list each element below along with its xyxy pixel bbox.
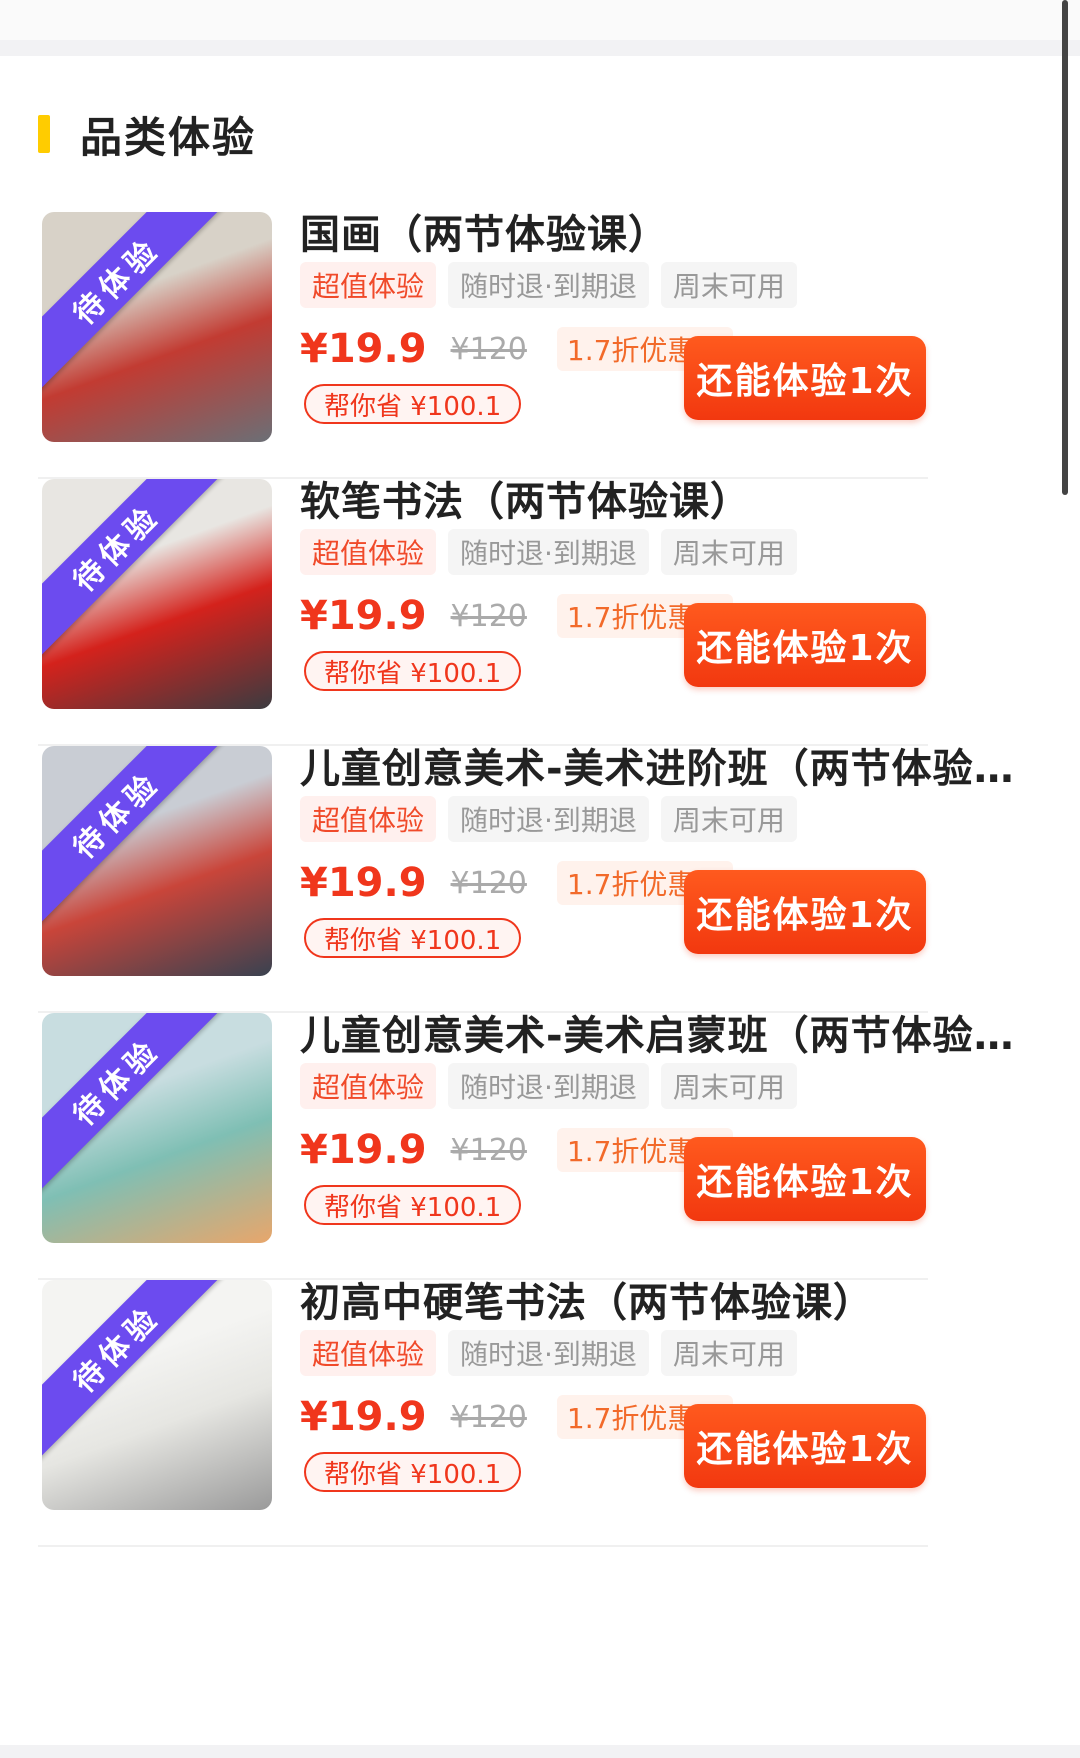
current-price: ¥19.9 bbox=[300, 1394, 427, 1440]
course-title[interactable]: 儿童创意美术-美术启蒙班（两节体验课） bbox=[300, 1003, 1030, 1061]
price-row: ¥19.9 ¥120 1.7折优惠中 bbox=[300, 1394, 734, 1440]
course-tags: 超值体验 随时退·到期退 周末可用 bbox=[300, 1063, 797, 1109]
tag-refund: 随时退·到期退 bbox=[448, 529, 649, 575]
course-card[interactable]: 待体验 儿童创意美术-美术进阶班（两节体验课） 超值体验 随时退·到期退 周末可… bbox=[38, 712, 1038, 1013]
tag-refund: 随时退·到期退 bbox=[448, 262, 649, 308]
scrollbar[interactable] bbox=[1062, 0, 1068, 495]
tag-refund: 随时退·到期退 bbox=[448, 796, 649, 842]
experience-again-button[interactable]: 还能体验1次 bbox=[684, 1404, 926, 1488]
price-row: ¥19.9 ¥120 1.7折优惠中 bbox=[300, 326, 734, 372]
tag-weekend: 周末可用 bbox=[660, 796, 797, 842]
original-price: ¥120 bbox=[450, 865, 527, 901]
tag-value: 超值体验 bbox=[300, 262, 437, 308]
price-row: ¥19.9 ¥120 1.7折优惠中 bbox=[300, 860, 734, 906]
tag-weekend: 周末可用 bbox=[660, 529, 797, 575]
experience-again-button[interactable]: 还能体验1次 bbox=[684, 1137, 926, 1221]
original-price: ¥120 bbox=[450, 331, 527, 367]
course-thumbnail[interactable]: 待体验 bbox=[42, 1013, 272, 1243]
savings-badge: 帮你省 ¥100.1 bbox=[304, 651, 522, 691]
course-card[interactable]: 待体验 软笔书法（两节体验课） 超值体验 随时退·到期退 周末可用 ¥19.9 … bbox=[38, 445, 1038, 746]
bottom-band bbox=[0, 1745, 1080, 1758]
current-price: ¥19.9 bbox=[300, 326, 427, 372]
original-price: ¥120 bbox=[450, 1399, 527, 1435]
savings-badge: 帮你省 ¥100.1 bbox=[304, 1452, 522, 1492]
course-tags: 超值体验 随时退·到期退 周末可用 bbox=[300, 262, 797, 308]
savings-badge: 帮你省 ¥100.1 bbox=[304, 918, 522, 958]
savings-badge: 帮你省 ¥100.1 bbox=[304, 384, 522, 424]
tag-value: 超值体验 bbox=[300, 529, 437, 575]
tag-value: 超值体验 bbox=[300, 1063, 437, 1109]
tag-value: 超值体验 bbox=[300, 1330, 437, 1376]
savings-badge: 帮你省 ¥100.1 bbox=[304, 1185, 522, 1225]
original-price: ¥120 bbox=[450, 598, 527, 634]
tag-refund: 随时退·到期退 bbox=[448, 1330, 649, 1376]
course-title[interactable]: 初高中硬笔书法（两节体验课） bbox=[300, 1270, 1030, 1328]
tag-refund: 随时退·到期退 bbox=[448, 1063, 649, 1109]
card-divider bbox=[38, 1545, 928, 1547]
current-price: ¥19.9 bbox=[300, 860, 427, 906]
course-card[interactable]: 待体验 国画（两节体验课） 超值体验 随时退·到期退 周末可用 ¥19.9 ¥1… bbox=[38, 178, 1038, 479]
course-card[interactable]: 待体验 儿童创意美术-美术启蒙班（两节体验课） 超值体验 随时退·到期退 周末可… bbox=[38, 979, 1038, 1280]
section-header: 品类体验 bbox=[38, 106, 256, 162]
top-band bbox=[0, 0, 1080, 56]
tag-weekend: 周末可用 bbox=[660, 262, 797, 308]
current-price: ¥19.9 bbox=[300, 593, 427, 639]
section-accent-bar bbox=[38, 115, 50, 153]
price-row: ¥19.9 ¥120 1.7折优惠中 bbox=[300, 1127, 734, 1173]
current-price: ¥19.9 bbox=[300, 1127, 427, 1173]
tag-weekend: 周末可用 bbox=[660, 1330, 797, 1376]
course-thumbnail[interactable]: 待体验 bbox=[42, 479, 272, 709]
original-price: ¥120 bbox=[450, 1132, 527, 1168]
tag-value: 超值体验 bbox=[300, 796, 437, 842]
course-thumbnail[interactable]: 待体验 bbox=[42, 212, 272, 442]
experience-again-button[interactable]: 还能体验1次 bbox=[684, 336, 926, 420]
course-tags: 超值体验 随时退·到期退 周末可用 bbox=[300, 1330, 797, 1376]
course-card[interactable]: 待体验 初高中硬笔书法（两节体验课） 超值体验 随时退·到期退 周末可用 ¥19… bbox=[38, 1246, 1038, 1547]
experience-again-button[interactable]: 还能体验1次 bbox=[684, 603, 926, 687]
course-title[interactable]: 儿童创意美术-美术进阶班（两节体验课） bbox=[300, 736, 1030, 794]
course-title[interactable]: 国画（两节体验课） bbox=[300, 202, 1030, 260]
tag-weekend: 周末可用 bbox=[660, 1063, 797, 1109]
course-title[interactable]: 软笔书法（两节体验课） bbox=[300, 469, 1030, 527]
experience-again-button[interactable]: 还能体验1次 bbox=[684, 870, 926, 954]
course-tags: 超值体验 随时退·到期退 周末可用 bbox=[300, 529, 797, 575]
section-title: 品类体验 bbox=[80, 112, 257, 162]
price-row: ¥19.9 ¥120 1.7折优惠中 bbox=[300, 593, 734, 639]
course-tags: 超值体验 随时退·到期退 周末可用 bbox=[300, 796, 797, 842]
course-thumbnail[interactable]: 待体验 bbox=[42, 1280, 272, 1510]
course-thumbnail[interactable]: 待体验 bbox=[42, 746, 272, 976]
